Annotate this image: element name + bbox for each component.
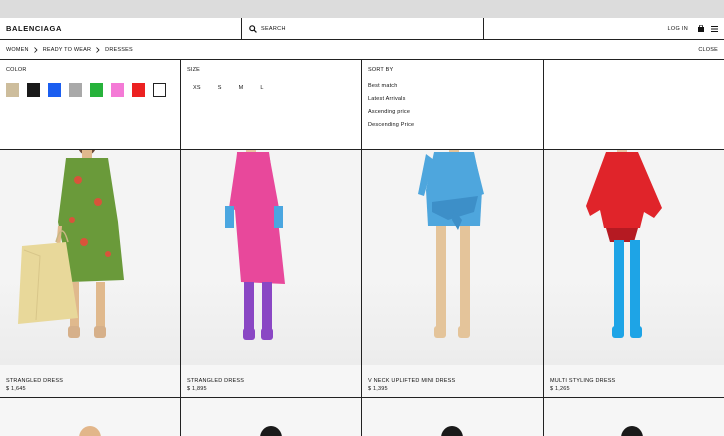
- color-filter: COLOR: [0, 60, 181, 149]
- product-grid: STRANGLED DRESS $ 1,645 STRANGLED DRESS …: [0, 150, 724, 398]
- login-link[interactable]: LOG IN: [668, 26, 688, 32]
- breadcrumb: WOMEN READY TO WEAR DRESSES: [6, 47, 698, 53]
- color-swatch[interactable]: [68, 83, 83, 97]
- sort-option-latest-arrivals[interactable]: Latest Arrivals: [368, 96, 537, 102]
- product-photo[interactable]: [0, 150, 180, 365]
- header-actions: LOG IN: [484, 18, 724, 39]
- sort-option-ascending-price[interactable]: Ascending price: [368, 109, 537, 115]
- sort-option-descending-price[interactable]: Descending Price: [368, 122, 537, 128]
- sort-options: Best match Latest Arrivals Ascending pri…: [368, 83, 537, 128]
- size-filter: SIZE XS S M L: [181, 60, 362, 149]
- product-info: MULTI STYLING DRESS $ 1,265: [550, 377, 615, 393]
- color-swatch[interactable]: [6, 83, 20, 97]
- product-card[interactable]: [362, 398, 544, 436]
- product-name[interactable]: STRANGLED DRESS: [187, 377, 244, 385]
- search-bar[interactable]: SEARCH: [242, 18, 484, 39]
- product-info: STRANGLED DRESS $ 1,895: [187, 377, 244, 393]
- size-option-s[interactable]: S: [218, 85, 222, 91]
- hamburger-menu-icon[interactable]: [711, 25, 718, 32]
- product-photo[interactable]: [544, 150, 724, 365]
- product-card[interactable]: [181, 398, 362, 436]
- product-photo[interactable]: [181, 150, 361, 365]
- sort-option-best-match[interactable]: Best match: [368, 83, 537, 89]
- breadcrumb-dresses[interactable]: DRESSES: [105, 47, 133, 53]
- color-swatch[interactable]: [110, 83, 125, 97]
- product-price: $ 1,395: [368, 386, 388, 392]
- shopping-bag-icon[interactable]: [698, 25, 704, 32]
- product-info: STRANGLED DRESS $ 1,645: [6, 377, 63, 393]
- color-swatch[interactable]: [131, 83, 146, 97]
- size-options: XS S M L: [187, 83, 355, 91]
- color-swatch[interactable]: [26, 83, 41, 97]
- browser-chrome: [0, 0, 724, 18]
- filter-panel: COLOR SIZE XS S M L SORT BY Best match L…: [0, 60, 724, 150]
- product-price: $ 1,265: [550, 386, 570, 392]
- size-filter-title: SIZE: [187, 67, 201, 73]
- product-card[interactable]: [544, 398, 724, 436]
- product-card[interactable]: V NECK UPLIFTED MINI DRESS $ 1,395: [362, 150, 544, 397]
- color-swatch[interactable]: [89, 83, 104, 97]
- product-name[interactable]: MULTI STYLING DRESS: [550, 377, 615, 385]
- size-option-m[interactable]: M: [239, 85, 244, 91]
- color-swatch[interactable]: [47, 83, 62, 97]
- color-filter-title: COLOR: [6, 67, 27, 73]
- breadcrumb-women[interactable]: WOMEN: [6, 47, 29, 53]
- product-card[interactable]: STRANGLED DRESS $ 1,645: [0, 150, 181, 397]
- chevron-right-icon: [96, 46, 100, 53]
- breadcrumb-ready-to-wear[interactable]: READY TO WEAR: [43, 47, 91, 53]
- color-swatch[interactable]: [152, 83, 167, 97]
- close-filters-button[interactable]: CLOSE: [698, 47, 718, 53]
- breadcrumb-bar: WOMEN READY TO WEAR DRESSES CLOSE: [0, 40, 724, 60]
- sort-filter: SORT BY Best match Latest Arrivals Ascen…: [362, 60, 544, 149]
- size-option-l[interactable]: L: [260, 85, 263, 91]
- product-name[interactable]: V NECK UPLIFTED MINI DRESS: [368, 377, 455, 385]
- filter-empty-column: [544, 60, 724, 149]
- brand-logo[interactable]: BALENCIAGA: [0, 18, 242, 39]
- product-card[interactable]: MULTI STYLING DRESS $ 1,265: [544, 150, 724, 397]
- product-price: $ 1,645: [6, 386, 26, 392]
- search-icon: [249, 24, 257, 33]
- product-info: V NECK UPLIFTED MINI DRESS $ 1,395: [368, 377, 455, 393]
- search-label[interactable]: SEARCH: [261, 26, 286, 32]
- site-header: BALENCIAGA SEARCH LOG IN: [0, 18, 724, 40]
- size-option-xs[interactable]: XS: [193, 85, 201, 91]
- color-swatches: [6, 83, 174, 97]
- sort-filter-title: SORT BY: [368, 67, 394, 73]
- product-photo[interactable]: [362, 150, 543, 365]
- product-price: $ 1,895: [187, 386, 207, 392]
- product-grid-next-row: [0, 398, 724, 436]
- product-name[interactable]: STRANGLED DRESS: [6, 377, 63, 385]
- product-card[interactable]: STRANGLED DRESS $ 1,895: [181, 150, 362, 397]
- product-card[interactable]: [0, 398, 181, 436]
- chevron-right-icon: [33, 46, 38, 53]
